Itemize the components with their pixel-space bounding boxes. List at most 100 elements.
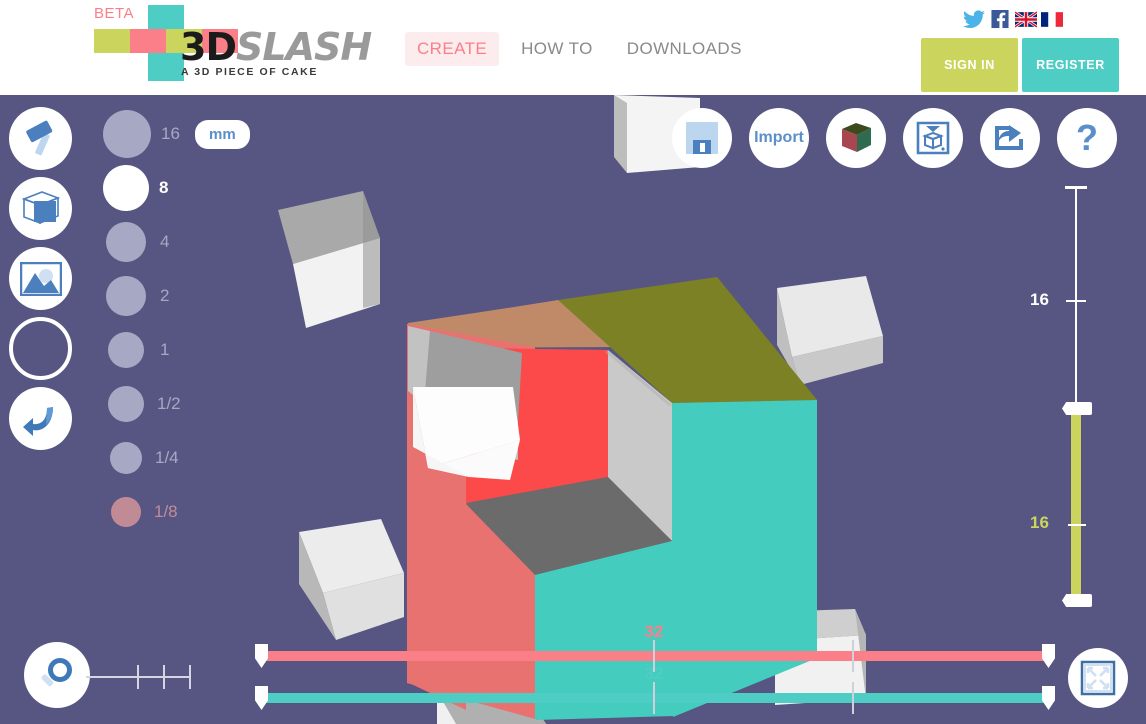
- size-dot: [106, 276, 146, 316]
- slider-bar: [265, 693, 1045, 703]
- cube-icon: [21, 190, 60, 224]
- size-option-4[interactable]: 4: [103, 215, 207, 269]
- undo-tool-button[interactable]: [9, 387, 72, 450]
- size-dot: [106, 222, 146, 262]
- slider-handle-right[interactable]: [1042, 686, 1055, 710]
- size-option-16[interactable]: 16: [103, 107, 207, 161]
- tool-palette: [9, 107, 72, 457]
- block-size-selector: 16 8 4 2 1 1/2 1/4 1/8: [103, 107, 207, 539]
- undo-arrow-icon: [22, 406, 53, 436]
- debris-cube: [777, 276, 883, 385]
- auth-buttons: SIGN IN REGISTER: [921, 38, 1119, 92]
- size-label: 16: [161, 124, 180, 143]
- size-option-one-eighth[interactable]: 1/8: [103, 485, 207, 539]
- expand-arrows-icon: [1080, 660, 1116, 696]
- debris-cube: [299, 519, 404, 640]
- nav-item-how-to[interactable]: HOW TO: [509, 32, 605, 66]
- size-label: 1/4: [155, 448, 179, 467]
- app-root: BETA 3DSLASH A 3D PIECE OF CAKE CREATE H…: [0, 0, 1146, 724]
- logo-square-b: [130, 29, 166, 53]
- dimension-sliders: 32 32: [255, 622, 1055, 718]
- size-option-1[interactable]: 1: [103, 323, 207, 377]
- nav-item-downloads[interactable]: DOWNLOADS: [615, 32, 754, 66]
- size-label: 4: [160, 232, 170, 251]
- print-3d-button[interactable]: [903, 108, 963, 168]
- model-carved-chunk: [413, 387, 520, 480]
- main-nav: CREATE HOW TO DOWNLOADS: [405, 32, 754, 66]
- slider-tick-upper: [1066, 300, 1086, 302]
- debris-cube: [278, 191, 380, 328]
- slider-value-upper: 16: [1030, 290, 1049, 309]
- size-dot: [103, 110, 151, 158]
- slider-handle-left[interactable]: [255, 686, 268, 710]
- slider-handle-left[interactable]: [255, 644, 268, 668]
- flag-fr-icon[interactable]: [1041, 10, 1063, 29]
- picture-icon: [19, 261, 62, 296]
- logo-tagline: A 3D PIECE OF CAKE: [181, 66, 318, 78]
- slider-value: 32: [644, 622, 664, 641]
- register-button[interactable]: REGISTER: [1022, 38, 1119, 92]
- size-label: 1: [160, 340, 170, 359]
- zoom-button[interactable]: [24, 642, 90, 708]
- slider-tick: [653, 682, 655, 714]
- scale-ruler: [86, 665, 191, 689]
- hammer-tool-button[interactable]: [9, 107, 72, 170]
- size-dot: [111, 497, 141, 527]
- size-dot: [103, 165, 149, 211]
- height-slider[interactable]: 16 16: [1030, 180, 1106, 630]
- fullscreen-control: [1068, 648, 1128, 708]
- cube-tool-button[interactable]: [9, 177, 72, 240]
- social-links: [963, 10, 1063, 29]
- size-label: 1/2: [157, 394, 181, 413]
- slider-handle-bottom[interactable]: [1062, 594, 1092, 607]
- floppy-disk-icon: [686, 122, 718, 154]
- save-button[interactable]: [672, 108, 732, 168]
- size-dot: [108, 386, 144, 422]
- nav-item-create[interactable]: CREATE: [405, 32, 500, 66]
- size-label: 8: [159, 178, 169, 197]
- fullscreen-button[interactable]: [1068, 648, 1128, 708]
- question-mark-icon: ?: [1076, 117, 1098, 158]
- sign-in-button[interactable]: SIGN IN: [921, 38, 1018, 92]
- twitter-icon[interactable]: [963, 10, 985, 29]
- slider-value-lower: 16: [1030, 513, 1049, 532]
- zoom-control: [24, 642, 196, 708]
- slider-value: 32: [644, 664, 664, 683]
- slider-bar: [265, 651, 1045, 661]
- size-option-8[interactable]: 8: [103, 161, 207, 215]
- size-option-one-half[interactable]: 1/2: [103, 377, 207, 431]
- size-option-one-quarter[interactable]: 1/4: [103, 431, 207, 485]
- logo-wordmark: 3DSLASH: [180, 25, 372, 69]
- site-header: BETA 3DSLASH A 3D PIECE OF CAKE CREATE H…: [0, 0, 1146, 95]
- slider-handle-top[interactable]: [1062, 402, 1092, 415]
- size-label: 1/8: [154, 502, 178, 521]
- import-button[interactable]: Import: [749, 108, 809, 168]
- size-dot: [108, 332, 144, 368]
- action-toolbar: Import ?: [672, 108, 1117, 168]
- help-button[interactable]: ?: [1057, 108, 1117, 168]
- slider-track-upper: [1075, 188, 1077, 408]
- magnifier-icon: [41, 658, 72, 687]
- color-cube-button[interactable]: [826, 108, 886, 168]
- logo-square-top: [148, 5, 184, 29]
- logo-word-slash: SLASH: [235, 25, 372, 69]
- slider-track-lower: [1071, 408, 1081, 600]
- picture-tool-button[interactable]: [9, 247, 72, 310]
- color-cube-icon: [842, 123, 871, 152]
- share-button[interactable]: [980, 108, 1040, 168]
- slider-tick: [852, 640, 854, 672]
- circle-select-tool-button[interactable]: [9, 317, 72, 380]
- depth-slider[interactable]: 32: [255, 664, 1055, 714]
- slider-handle-right[interactable]: [1042, 644, 1055, 668]
- facebook-icon[interactable]: [989, 10, 1011, 29]
- beta-label: BETA: [94, 5, 135, 22]
- share-icon: [995, 125, 1023, 150]
- size-label: 2: [160, 286, 170, 305]
- slider-tick: [852, 682, 854, 714]
- hammer-icon: [25, 120, 52, 155]
- import-label: Import: [754, 129, 804, 146]
- logo-square-bottom: [148, 53, 184, 81]
- slider-tick-lower: [1068, 524, 1086, 526]
- flag-uk-icon[interactable]: [1015, 10, 1037, 29]
- size-option-2[interactable]: 2: [103, 269, 207, 323]
